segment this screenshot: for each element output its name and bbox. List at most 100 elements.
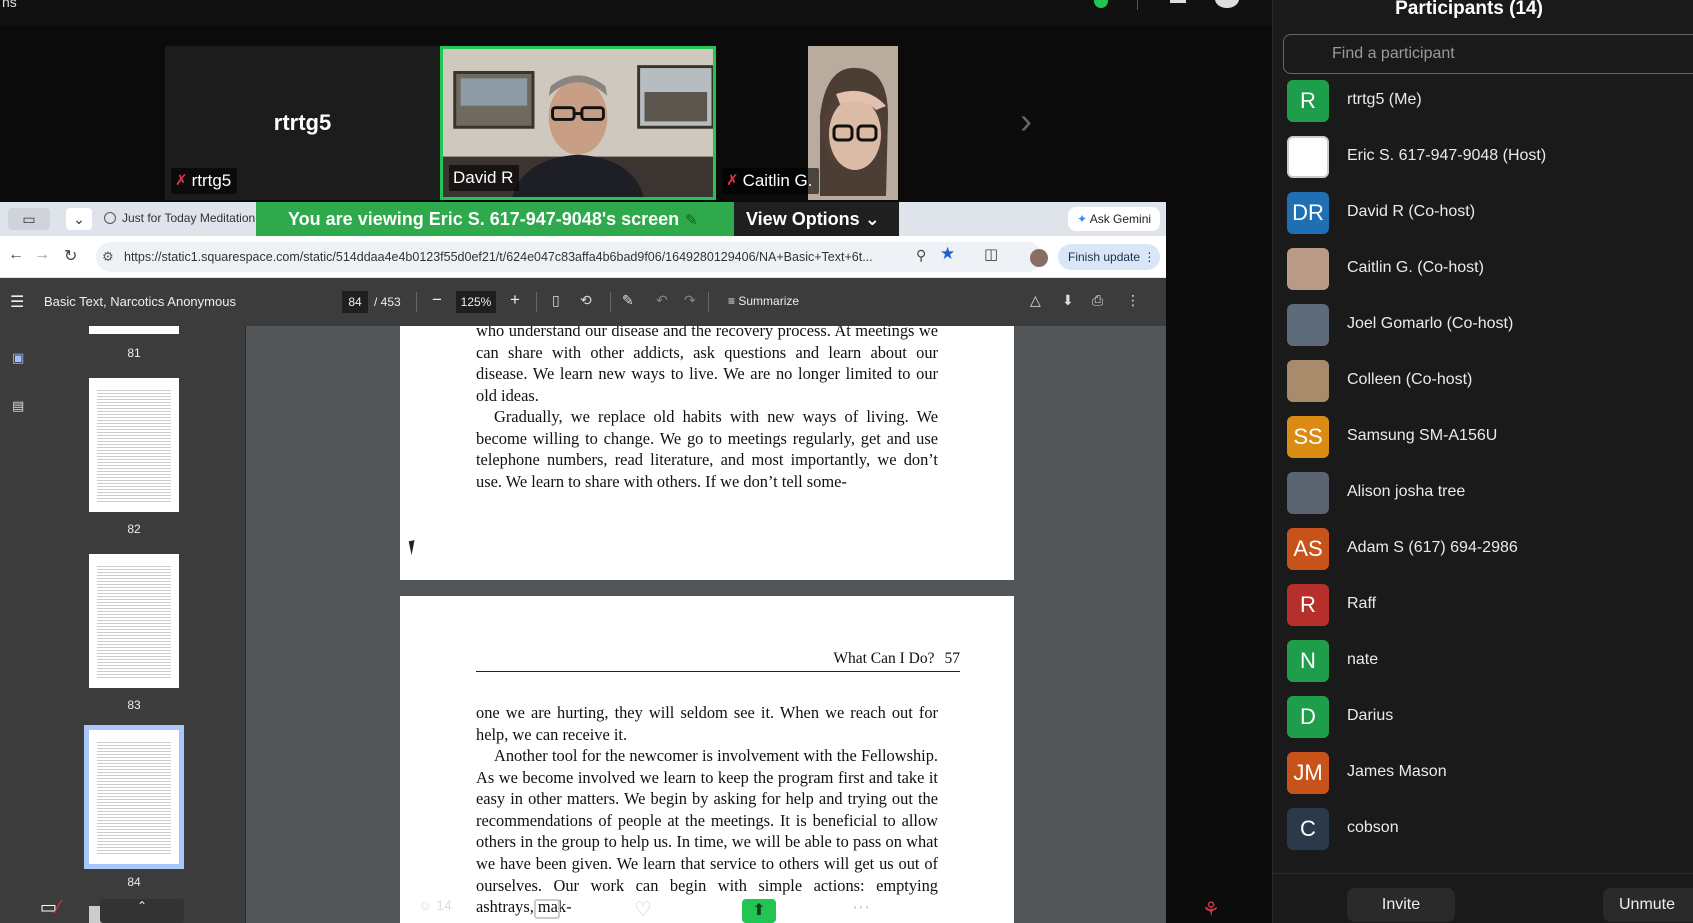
finish-update-button[interactable]: Finish update ⋮ — [1058, 244, 1160, 270]
bookmark-star-icon[interactable]: ★ — [940, 244, 955, 264]
chevron-down-icon[interactable]: ⌄ — [66, 208, 92, 230]
download-icon[interactable]: ⬇ — [1062, 292, 1074, 309]
top-left-text: ns — [2, 0, 17, 10]
name-tag-label: David R — [453, 168, 514, 187]
apps-icon[interactable]: ⚘ — [1202, 897, 1220, 922]
participant-row[interactable]: Ccobson — [1273, 802, 1693, 858]
view-options-button[interactable]: View Options ⌄ — [734, 202, 899, 236]
video-options-chevron-icon[interactable]: ⌃ — [100, 899, 184, 923]
browser-tab[interactable]: Just for Today Meditation — [104, 211, 255, 225]
minimize-icon[interactable] — [1170, 0, 1186, 3]
tab-search-icon[interactable]: ▭ — [8, 208, 50, 230]
forward-arrow-icon[interactable]: → — [34, 246, 50, 264]
print-icon[interactable]: ⎙ — [1092, 292, 1103, 309]
participants-title: Participants (14) — [1395, 0, 1543, 19]
thumbnail-page-81[interactable] — [89, 326, 179, 334]
zoom-in-button[interactable]: + — [510, 290, 520, 310]
more-vert-icon[interactable]: ⋮ — [1126, 292, 1140, 309]
share-screen-icon[interactable]: ⬆ — [742, 899, 776, 923]
annotate-pencil-icon[interactable]: ✎ — [685, 212, 698, 229]
video-tile-rtrtg5[interactable]: rtrtg5 ✗ rtrtg5 — [165, 46, 440, 200]
shared-screen: ▭ ⌄ Just for Today Meditation You are vi… — [0, 202, 1166, 923]
avatar — [1287, 472, 1329, 514]
annotate-icon[interactable]: ✎ — [622, 292, 634, 309]
participants-button[interactable]: ☺ 14 — [418, 897, 452, 913]
ask-gemini-button[interactable]: ✦ Ask Gemini — [1068, 207, 1160, 231]
pdf-page: What Can I Do? 57 one we are hurting, the… — [400, 596, 1014, 923]
more-icon[interactable]: ⋯ — [852, 897, 870, 918]
pdf-title: Basic Text, Narcotics Anonymous — [44, 294, 236, 309]
video-tile-caitlin-g[interactable]: ✗ Caitlin G. — [716, 46, 898, 200]
participant-row[interactable]: JM James Mason — [1273, 746, 1693, 802]
undo-icon[interactable]: ↶ — [656, 292, 668, 309]
participant-row[interactable]: Rrtrtg5 (Me) — [1273, 74, 1693, 130]
thumbnail-page-82[interactable] — [89, 378, 179, 512]
gemini-spark-icon: ✦ — [1076, 212, 1088, 226]
divider — [416, 292, 417, 312]
next-page-chevron-icon[interactable]: › — [1020, 100, 1032, 142]
participant-row[interactable]: Caitlin G. (Co-host) — [1273, 242, 1693, 298]
site-info-icon[interactable]: ⚙ — [102, 242, 114, 272]
summarize-button[interactable]: ≡ Summarize — [728, 294, 799, 308]
participant-row[interactable]: Joel Gomarlo (Co-host) — [1273, 298, 1693, 354]
side-rail: ▣ ▤ — [0, 326, 38, 923]
participant-row[interactable]: D Darius — [1273, 690, 1693, 746]
url-input[interactable]: ⚙ https://static1.squarespace.com/static… — [96, 242, 1042, 272]
thumbnail-page-84[interactable] — [84, 725, 184, 869]
participants-panel: Participants (14) Rrtrtg5 (Me) Eric S. 61… — [1272, 0, 1693, 923]
participant-row[interactable]: Alison josha tree — [1273, 466, 1693, 522]
participant-row[interactable]: Colleen (Co-host) — [1273, 354, 1693, 410]
thumbnail-label: 81 — [127, 346, 141, 360]
participant-row[interactable]: DR David R (Co-host) — [1273, 186, 1693, 242]
name-tag-label: rtrtg5 — [191, 171, 232, 190]
avatar — [1287, 248, 1329, 290]
invite-button[interactable]: Invite — [1347, 888, 1455, 922]
avatar: C — [1287, 808, 1329, 850]
zoom-level-input[interactable]: 125% — [456, 291, 496, 313]
participant-row[interactable]: Eric S. 617-947-9048 (Host) — [1273, 130, 1693, 186]
paragraph: Another tool for the newcomer is involve… — [476, 746, 938, 917]
video-tile-david-r[interactable]: David R — [440, 46, 716, 200]
zoom-magnifier-icon[interactable]: ⚲ — [916, 247, 926, 264]
view-options-label: View Options — [746, 209, 860, 229]
zoom-out-button[interactable]: − — [432, 290, 442, 310]
share-banner-text: You are viewing Eric S. 617-947-9048's s… — [288, 209, 680, 229]
meeting-controls: ▭⁄ ⌃ ☺ 14 ♡ ⬆ ⋯ ⚘ — [0, 893, 1272, 923]
unmute-all-button[interactable]: Unmute — [1603, 888, 1693, 922]
reactions-heart-icon[interactable]: ♡ — [634, 897, 652, 922]
profile-avatar[interactable] — [1030, 249, 1048, 267]
profile-icon[interactable] — [1215, 0, 1239, 8]
menu-icon[interactable]: ☰ — [10, 292, 24, 312]
participant-row[interactable]: AS Adam S (617) 694-2986 — [1273, 522, 1693, 578]
participant-row[interactable]: R Raff — [1273, 578, 1693, 634]
participants-icon: ☺ — [418, 897, 433, 913]
avatar: SS — [1287, 416, 1329, 458]
thumbnail-page-83[interactable] — [89, 554, 179, 688]
divider — [708, 292, 709, 312]
drive-save-icon[interactable]: △ — [1030, 292, 1041, 309]
fit-page-icon[interactable]: ▯ — [552, 292, 560, 309]
chat-icon[interactable] — [534, 899, 560, 919]
security-status-icon[interactable] — [1094, 0, 1108, 8]
avatar — [1287, 136, 1329, 178]
participant-row[interactable]: Nnate — [1273, 634, 1693, 690]
browser-tab-strip: ▭ ⌄ Just for Today Meditation You are vi… — [0, 202, 1166, 236]
extensions-puzzle-icon[interactable]: ◫ — [984, 245, 998, 263]
stop-video-icon[interactable]: ▭⁄ — [40, 897, 60, 918]
summarize-label: Summarize — [738, 294, 800, 308]
reload-icon[interactable]: ↻ — [64, 246, 77, 266]
back-arrow-icon[interactable]: ← — [8, 246, 24, 264]
rotate-icon[interactable]: ⟲ — [580, 292, 592, 309]
participant-name: cobson — [1347, 819, 1399, 836]
redo-icon[interactable]: ↷ — [684, 292, 696, 309]
participant-search-input[interactable] — [1283, 34, 1693, 74]
participant-row[interactable]: SS Samsung SM-A156U — [1273, 410, 1693, 466]
summarize-icon: ≡ — [728, 294, 736, 308]
thumbnails-icon[interactable]: ▣ — [12, 350, 24, 366]
mic-muted-icon: ✗ — [726, 172, 739, 189]
participants-footer: Invite Unmute — [1273, 873, 1693, 923]
page-number-input[interactable]: 84 — [342, 291, 368, 313]
divider — [1137, 0, 1138, 10]
outline-icon[interactable]: ▤ — [12, 398, 24, 414]
mouse-cursor — [408, 538, 424, 556]
